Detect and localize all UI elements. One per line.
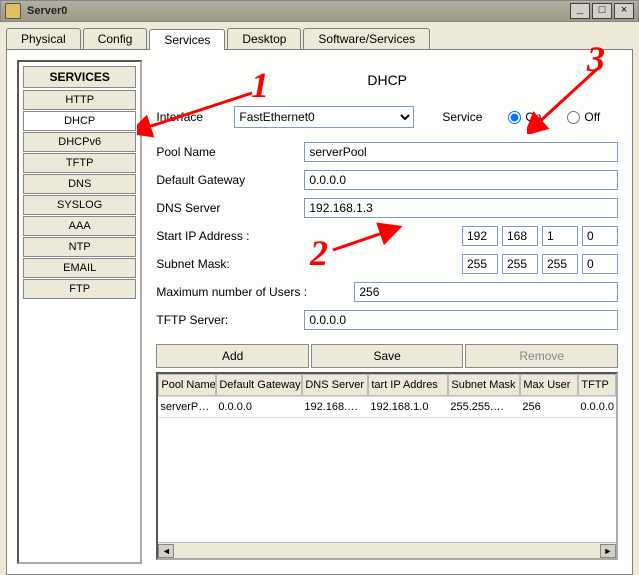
pool-name-input[interactable] xyxy=(304,142,618,162)
mask-row: Subnet Mask: xyxy=(156,254,618,274)
td-mask: 255.255.… xyxy=(448,397,520,417)
title-bar: Server0 _ □ × xyxy=(0,0,639,22)
interface-select[interactable]: FastEthernet0 xyxy=(234,106,414,128)
gateway-row: Default Gateway xyxy=(156,170,618,190)
start-ip-4[interactable] xyxy=(582,226,618,246)
th-mask[interactable]: Subnet Mask xyxy=(448,374,520,396)
service-on-radio[interactable]: On xyxy=(508,110,541,124)
sidebar-item-dns[interactable]: DNS xyxy=(23,174,136,194)
td-pool: serverP… xyxy=(158,397,216,417)
table-hscrollbar[interactable]: ◄ ► xyxy=(158,542,616,558)
pool-name-label: Pool Name xyxy=(156,145,296,159)
start-ip-row: Start IP Address : xyxy=(156,226,618,246)
td-max: 256 xyxy=(520,397,578,417)
mask-3[interactable] xyxy=(542,254,578,274)
interface-row: Interface FastEthernet0 Service On Off xyxy=(156,106,618,128)
mask-4[interactable] xyxy=(582,254,618,274)
add-button[interactable]: Add xyxy=(156,344,309,368)
start-ip-3[interactable] xyxy=(542,226,578,246)
th-max[interactable]: Max User xyxy=(520,374,578,396)
sidebar-item-http[interactable]: HTTP xyxy=(23,90,136,110)
app-icon xyxy=(5,3,21,19)
sidebar-item-aaa[interactable]: AAA xyxy=(23,216,136,236)
minimize-button[interactable]: _ xyxy=(570,3,590,19)
mask-2[interactable] xyxy=(502,254,538,274)
dns-label: DNS Server xyxy=(156,201,296,215)
start-ip-2[interactable] xyxy=(502,226,538,246)
interface-label: Interface xyxy=(156,110,226,124)
start-ip-label: Start IP Address : xyxy=(156,229,296,243)
dns-input[interactable] xyxy=(304,198,618,218)
tab-services[interactable]: Services xyxy=(149,29,225,50)
tab-bar: Physical Config Services Desktop Softwar… xyxy=(0,22,639,49)
th-dns[interactable]: DNS Server xyxy=(302,374,368,396)
mask-1[interactable] xyxy=(462,254,498,274)
sidebar-item-email[interactable]: EMAIL xyxy=(23,258,136,278)
th-start-ip[interactable]: tart IP Addres xyxy=(368,374,448,396)
sidebar-item-ntp[interactable]: NTP xyxy=(23,237,136,257)
table-row[interactable]: serverP… 0.0.0.0 192.168.… 192.168.1.0 2… xyxy=(158,397,616,418)
max-users-row: Maximum number of Users : xyxy=(156,282,618,302)
window-title: Server0 xyxy=(27,5,568,17)
mask-label: Subnet Mask: xyxy=(156,257,296,271)
service-on-input[interactable] xyxy=(508,111,521,124)
sidebar-header: SERVICES xyxy=(23,66,136,88)
gateway-input[interactable] xyxy=(304,170,618,190)
remove-button[interactable]: Remove xyxy=(465,344,618,368)
pool-name-row: Pool Name xyxy=(156,142,618,162)
td-dns: 192.168.… xyxy=(302,397,368,417)
tab-physical[interactable]: Physical xyxy=(6,28,81,49)
tab-content: SERVICES HTTP DHCP DHCPv6 TFTP DNS SYSLO… xyxy=(6,49,633,575)
sidebar-item-tftp[interactable]: TFTP xyxy=(23,153,136,173)
tftp-input[interactable] xyxy=(304,310,618,330)
pool-table: Pool Name Default Gateway DNS Server tar… xyxy=(156,372,618,560)
start-ip-group xyxy=(462,226,618,246)
gateway-label: Default Gateway xyxy=(156,173,296,187)
max-users-input[interactable] xyxy=(354,282,618,302)
on-label: On xyxy=(525,110,541,124)
tab-desktop[interactable]: Desktop xyxy=(227,28,301,49)
service-off-input[interactable] xyxy=(567,111,580,124)
button-row: Add Save Remove xyxy=(156,344,618,368)
td-tftp: 0.0.0.0 xyxy=(578,397,616,417)
scroll-right-icon[interactable]: ► xyxy=(600,544,616,558)
mask-group xyxy=(462,254,618,274)
table-header: Pool Name Default Gateway DNS Server tar… xyxy=(158,374,616,397)
start-ip-1[interactable] xyxy=(462,226,498,246)
close-button[interactable]: × xyxy=(614,3,634,19)
service-off-radio[interactable]: Off xyxy=(567,110,600,124)
panel-title: DHCP xyxy=(156,72,618,88)
td-gateway: 0.0.0.0 xyxy=(216,397,302,417)
th-tftp[interactable]: TFTP xyxy=(578,374,616,396)
scroll-left-icon[interactable]: ◄ xyxy=(158,544,174,558)
tftp-row: TFTP Server: xyxy=(156,310,618,330)
services-sidebar: SERVICES HTTP DHCP DHCPv6 TFTP DNS SYSLO… xyxy=(17,60,142,564)
th-pool[interactable]: Pool Name xyxy=(158,374,216,396)
max-users-label: Maximum number of Users : xyxy=(156,285,346,299)
tab-config[interactable]: Config xyxy=(83,28,148,49)
sidebar-item-syslog[interactable]: SYSLOG xyxy=(23,195,136,215)
off-label: Off xyxy=(584,110,600,124)
tab-software-services[interactable]: Software/Services xyxy=(303,28,430,49)
tftp-label: TFTP Server: xyxy=(156,313,296,327)
service-label: Service xyxy=(442,110,482,124)
sidebar-item-ftp[interactable]: FTP xyxy=(23,279,136,299)
th-gateway[interactable]: Default Gateway xyxy=(216,374,302,396)
save-button[interactable]: Save xyxy=(311,344,464,368)
maximize-button[interactable]: □ xyxy=(592,3,612,19)
sidebar-item-dhcpv6[interactable]: DHCPv6 xyxy=(23,132,136,152)
dns-row: DNS Server xyxy=(156,198,618,218)
dhcp-panel: DHCP Interface FastEthernet0 Service On … xyxy=(152,60,622,564)
td-start: 192.168.1.0 xyxy=(368,397,448,417)
sidebar-item-dhcp[interactable]: DHCP xyxy=(23,111,136,131)
